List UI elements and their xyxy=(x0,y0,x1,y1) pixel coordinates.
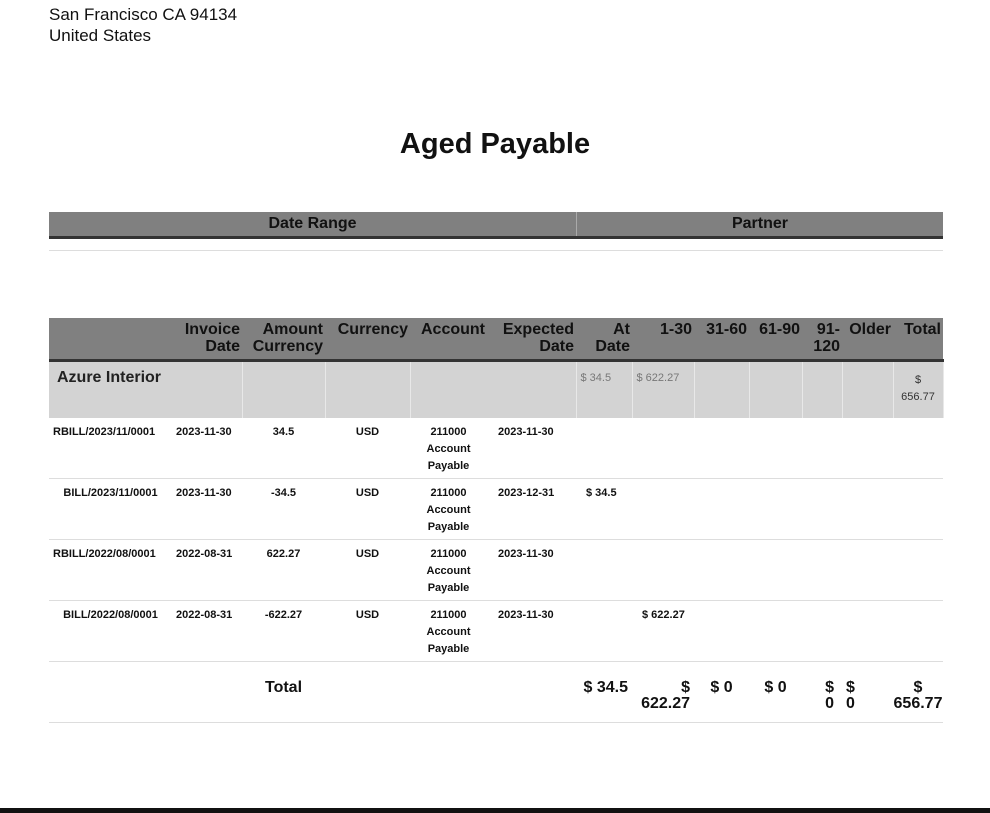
line-invoice-date: 2022-08-31 xyxy=(172,539,242,601)
line-at-date: $ 34.5 xyxy=(576,478,632,540)
table-row[interactable]: RBILL/2023/11/0001 2023-11-30 34.5 USD 2… xyxy=(49,418,943,479)
line-1-30 xyxy=(632,539,694,601)
table-row[interactable]: BILL/2023/11/0001 2023-11-30 -34.5 USD 2… xyxy=(49,478,943,540)
filter-header-date-range: Date Range xyxy=(49,212,577,239)
totals-label: Total xyxy=(242,661,325,723)
line-invoice-date: 2023-11-30 xyxy=(172,478,242,540)
group-total: $ 656.77 xyxy=(893,360,944,418)
col-header-61-90: 61-90 xyxy=(749,318,802,362)
line-at-date xyxy=(576,418,632,479)
line-amount: 622.27 xyxy=(242,539,325,601)
table-row[interactable]: BILL/2022/08/0001 2022-08-31 -622.27 USD… xyxy=(49,600,943,662)
total-1-30: $ 622.27 xyxy=(632,661,694,723)
partner-group-row[interactable]: Azure Interior $ 34.5 $ 622.27 $ 656.77 xyxy=(49,360,944,418)
table-header-row: Invoice Date Amount Currency Currency Ac… xyxy=(49,318,943,362)
address-line-2: United States xyxy=(49,26,152,45)
line-currency: USD xyxy=(325,478,410,540)
aged-payable-table: Invoice Date Amount Currency Currency Ac… xyxy=(49,318,944,723)
total-31-60: $ 0 xyxy=(694,661,749,723)
line-at-date xyxy=(576,539,632,601)
company-address: San Francisco CA 94134 United States xyxy=(49,4,237,46)
table-row[interactable]: RBILL/2022/08/0001 2022-08-31 622.27 USD… xyxy=(49,539,943,601)
line-currency: USD xyxy=(325,539,410,601)
line-account: 211000 Account Payable xyxy=(410,600,487,662)
group-at-date: $ 34.5 xyxy=(576,360,633,418)
line-invoice-date: 2023-11-30 xyxy=(172,418,242,479)
col-header-currency: Currency xyxy=(325,318,410,362)
totals-row: Total $ 34.5 $ 622.27 $ 0 $ 0 $ 0 $ 0 $ … xyxy=(49,661,943,723)
address-line-1: San Francisco CA 94134 xyxy=(49,5,238,24)
line-invoice-date: 2022-08-31 xyxy=(172,600,242,662)
line-amount: 34.5 xyxy=(242,418,325,479)
report-title: Aged Payable xyxy=(399,128,591,160)
col-header-31-60: 31-60 xyxy=(694,318,749,362)
col-header-ref xyxy=(49,318,172,362)
col-header-older: Older xyxy=(842,318,893,362)
line-amount: -622.27 xyxy=(242,600,325,662)
line-at-date xyxy=(576,600,632,662)
line-1-30 xyxy=(632,478,694,540)
col-header-1-30: 1-30 xyxy=(632,318,694,362)
total-total: $ 656.77 xyxy=(893,661,943,723)
line-account: 211000 Account Payable xyxy=(410,478,487,540)
filter-header-partner: Partner xyxy=(576,212,943,239)
total-91-120: $ 0 xyxy=(802,661,842,723)
col-header-expected-date: Expected Date xyxy=(487,318,576,362)
line-account: 211000 Account Payable xyxy=(410,539,487,601)
col-header-91-120: 91-120 xyxy=(802,318,842,362)
col-header-account: Account xyxy=(410,318,487,362)
total-at-date: $ 34.5 xyxy=(576,661,632,723)
page-bottom-border xyxy=(0,808,990,813)
line-expected-date: 2023-11-30 xyxy=(487,600,576,662)
line-ref[interactable]: BILL/2023/11/0001 xyxy=(49,478,172,540)
line-expected-date: 2023-11-30 xyxy=(487,418,576,479)
line-ref[interactable]: BILL/2022/08/0001 xyxy=(49,600,172,662)
col-header-invoice-date: Invoice Date xyxy=(172,318,242,362)
line-ref[interactable]: RBILL/2022/08/0001 xyxy=(49,539,172,601)
col-header-total: Total xyxy=(893,318,943,362)
col-header-at-date: At Date xyxy=(576,318,632,362)
line-currency: USD xyxy=(325,600,410,662)
line-account: 211000 Account Payable xyxy=(410,418,487,479)
line-currency: USD xyxy=(325,418,410,479)
line-amount: -34.5 xyxy=(242,478,325,540)
line-1-30: $ 622.27 xyxy=(632,600,694,662)
total-older: $ 0 xyxy=(842,661,893,723)
line-expected-date: 2023-12-31 xyxy=(487,478,576,540)
line-ref[interactable]: RBILL/2023/11/0001 xyxy=(49,418,172,479)
line-1-30 xyxy=(632,418,694,479)
line-expected-date: 2023-11-30 xyxy=(487,539,576,601)
total-61-90: $ 0 xyxy=(749,661,802,723)
col-header-amount-currency: Amount Currency xyxy=(242,318,325,362)
partner-name[interactable]: Azure Interior xyxy=(49,360,243,418)
group-1-30: $ 622.27 xyxy=(632,360,695,418)
filters-table: Date Range Partner xyxy=(49,212,943,251)
